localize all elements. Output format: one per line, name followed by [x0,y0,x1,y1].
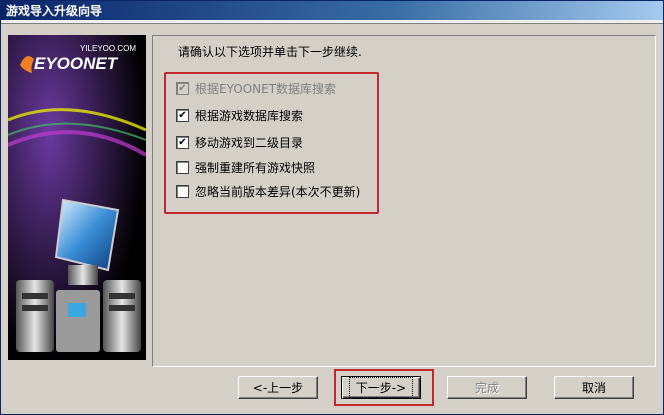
option-game-db-search[interactable]: ✔ 根据游戏数据库搜索 [176,107,303,123]
checkbox-rebuild-snapshots[interactable] [176,160,189,174]
banner-art: YILEYOO.COM EYOONET [8,35,146,360]
option-ignore-version-diff[interactable]: 忽略当前版本差异(本次不更新) [176,183,360,199]
back-button[interactable]: <-上一步 [238,376,318,399]
option-label: 根据EYOONET数据库搜索 [195,81,337,96]
cancel-button[interactable]: 取消 [554,376,634,399]
side-banner-image: YILEYOO.COM EYOONET [8,35,146,360]
brand-url: YILEYOO.COM [80,44,136,53]
checkbox-move-to-subdir[interactable]: ✔ [176,135,189,149]
brand-name: EYOONET [34,54,119,73]
title-bar: 游戏导入升级向导 [1,1,663,24]
option-move-to-subdir[interactable]: ✔ 移动游戏到二级目录 [176,134,303,150]
option-label[interactable]: 忽略当前版本差异(本次不更新) [195,183,360,200]
checkbox-ignore-version-diff[interactable] [176,184,189,198]
instruction-text: 请确认以下选项并单击下一步继续. [178,45,362,59]
option-eyoonet-db-search: ✔ 根据EYOONET数据库搜索 [176,80,336,96]
option-rebuild-snapshots[interactable]: 强制重建所有游戏快照 [176,159,315,175]
checkbox-eyoonet-db-search: ✔ [176,81,189,95]
finish-button: 完成 [447,376,527,399]
option-label[interactable]: 强制重建所有游戏快照 [195,159,315,176]
option-label[interactable]: 根据游戏数据库搜索 [195,107,303,124]
window-title: 游戏导入升级向导 [6,4,103,18]
next-button[interactable]: 下一步-> [341,376,421,399]
next-button-label[interactable]: 下一步-> [348,377,414,398]
option-label[interactable]: 移动游戏到二级目录 [195,134,303,151]
checkbox-game-db-search[interactable]: ✔ [176,108,189,122]
